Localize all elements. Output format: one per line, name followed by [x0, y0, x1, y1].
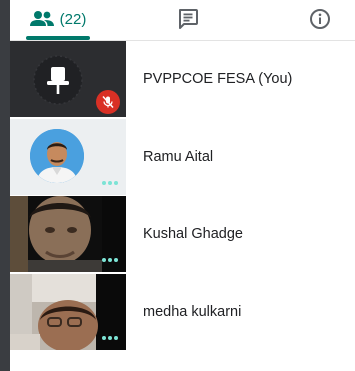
more-options-dots — [102, 258, 118, 262]
mic-off-icon — [102, 95, 114, 109]
participant-name: PVPPCOE FESA (You) — [143, 71, 293, 87]
profile-photo — [30, 128, 84, 183]
participant-tile — [10, 273, 126, 350]
chat-icon — [179, 9, 198, 29]
left-panel-edge — [0, 0, 10, 371]
participant-row[interactable]: Kushal Ghadge — [10, 196, 355, 274]
participant-row[interactable]: PVPPCOE FESA (You) — [10, 41, 355, 119]
participant-row[interactable]: Ramu Aital — [10, 118, 355, 197]
tab-people[interactable]: (22) — [24, 0, 92, 38]
active-tab-indicator — [26, 36, 90, 40]
participant-row[interactable]: medha kulkarni — [10, 273, 355, 352]
more-options-dots — [102, 180, 118, 185]
more-options-dots — [102, 335, 118, 340]
participant-name: Ramu Aital — [143, 148, 214, 165]
participant-tile — [10, 118, 126, 195]
participant-tile — [10, 196, 126, 272]
participant-list: PVPPCOE FESA (You) Ramu Aital Kushal Gha… — [10, 41, 355, 351]
tab-info[interactable] — [300, 0, 340, 38]
side-panel-tabs: (22) — [10, 0, 355, 41]
people-count: (22) — [59, 10, 87, 28]
participant-tile — [10, 41, 126, 117]
people-icon — [29, 11, 54, 26]
mic-muted-badge — [96, 90, 120, 114]
info-icon — [310, 9, 330, 29]
tab-chat[interactable] — [168, 0, 208, 38]
avatar — [30, 128, 84, 183]
participant-name: medha kulkarni — [143, 303, 242, 320]
participant-name: Kushal Ghadge — [143, 226, 243, 242]
